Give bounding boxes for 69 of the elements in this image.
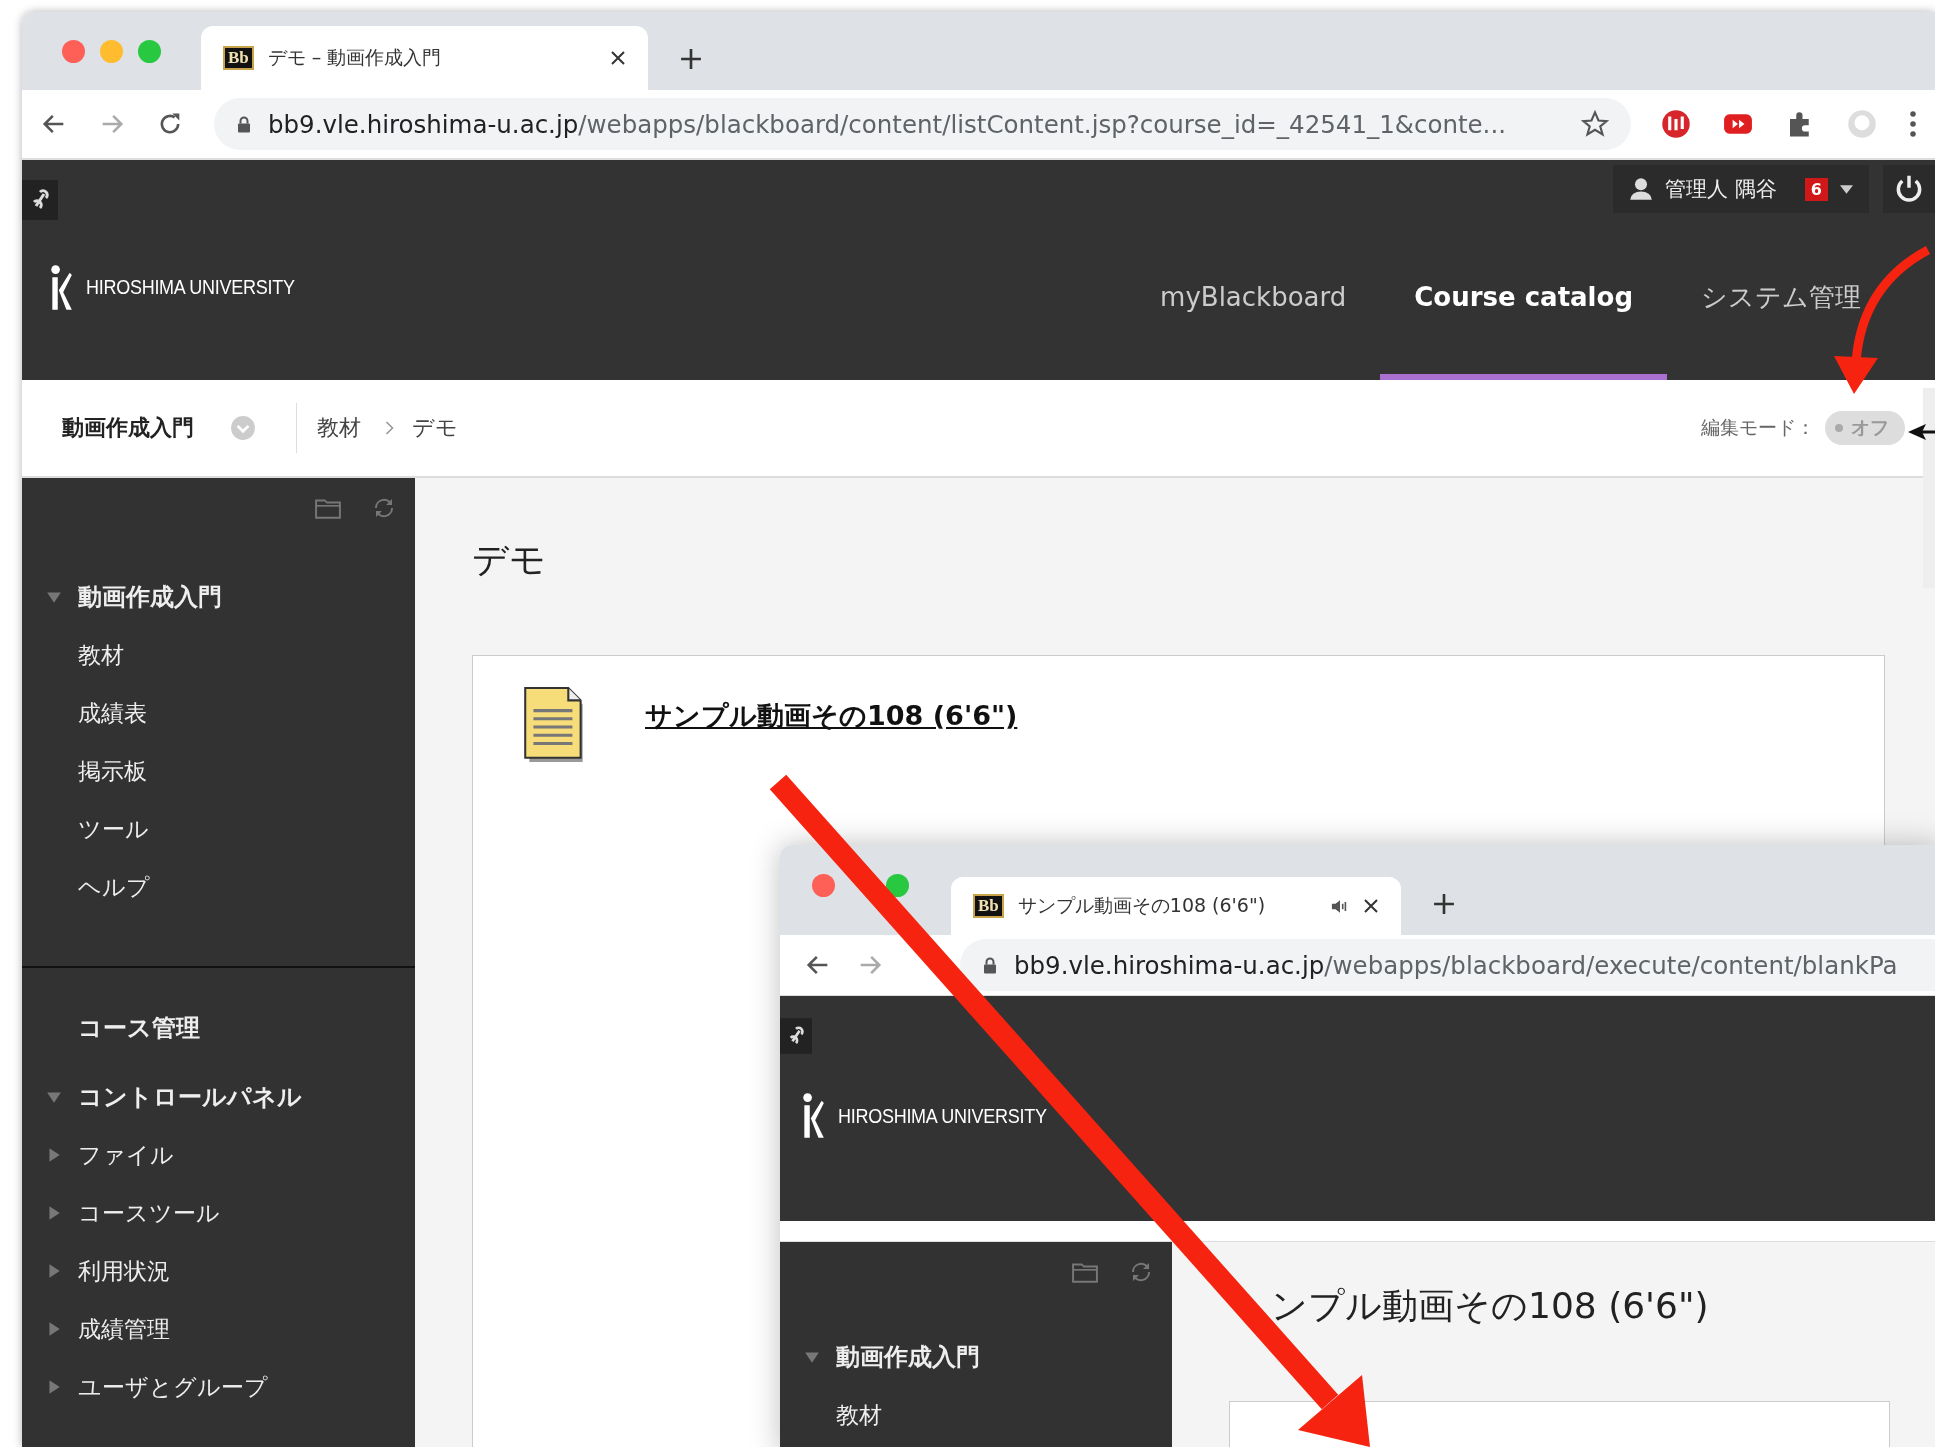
sidebar-link[interactable]: ヘルプ <box>78 871 150 903</box>
caret-icon[interactable] <box>46 1379 62 1395</box>
caret-icon[interactable] <box>804 1349 820 1365</box>
new-tab-icon[interactable] <box>680 48 702 70</box>
nav-tab[interactable]: Course catalog <box>1380 220 1667 380</box>
caret-icon[interactable] <box>46 589 62 605</box>
bookmark-star-icon[interactable] <box>1581 110 1609 138</box>
sidebar-link[interactable]: 成績管理 <box>78 1313 170 1345</box>
logo-figure-icon <box>800 1092 826 1140</box>
course-title[interactable]: 動画作成入門 <box>62 413 194 443</box>
close-window-button[interactable] <box>812 874 835 897</box>
caret-icon[interactable] <box>46 1089 62 1105</box>
caret-icon[interactable] <box>46 1205 62 1221</box>
favicon: Bb <box>223 46 254 70</box>
chevron-right-icon <box>385 421 394 435</box>
lock-icon <box>982 955 998 975</box>
caret-icon[interactable] <box>46 1147 62 1163</box>
caret-icon <box>1840 184 1853 194</box>
browser-tab[interactable]: Bb サンプル動画その108 (6'6") <box>951 877 1401 935</box>
address-bar[interactable]: bb9.vle.hiroshima-u.ac.jp/webapps/blackboard/execute/content/blankPa <box>960 939 1935 991</box>
sidebar-link[interactable]: コースツール <box>78 1197 220 1229</box>
university-logo-text: HIROSHIMA UNIVERSITY <box>86 276 295 299</box>
sidebar-link[interactable]: 教材 <box>836 1399 882 1431</box>
notification-count: 6 <box>1804 177 1828 201</box>
favicon: Bb <box>973 894 1004 918</box>
caret-icon[interactable] <box>46 1321 62 1337</box>
sidebar-link[interactable]: 掲示板 <box>78 755 147 787</box>
close-icon[interactable] <box>610 50 626 66</box>
chevron-down-icon[interactable] <box>230 415 256 441</box>
course-menu-title[interactable]: 動画作成入門 <box>78 581 222 613</box>
breadcrumb-link[interactable]: 教材 <box>317 413 361 443</box>
tab-title: サンプル動画その108 (6'6") <box>1017 893 1267 918</box>
content-link[interactable]: サンプル動画その108 (6'6") <box>645 698 1018 734</box>
page-title: デモ <box>472 538 547 582</box>
scrollbar[interactable] <box>1923 388 1935 588</box>
nav-tab[interactable]: システム管理 <box>1667 220 1895 380</box>
speaker-icon[interactable] <box>1331 898 1349 914</box>
sidebar-link[interactable]: 利用状況 <box>78 1255 170 1287</box>
breadcrumb-link[interactable]: デモ <box>412 413 458 443</box>
folder-icon[interactable] <box>315 496 341 520</box>
user-icon <box>1629 177 1654 201</box>
section-title: コース管理 <box>78 1013 200 1044</box>
extension-icon[interactable] <box>1661 109 1691 139</box>
sidebar-link[interactable]: ファイル <box>78 1139 174 1171</box>
address-bar[interactable]: bb9.vle.hiroshima-u.ac.jp/webapps/blackboard/content/listContent.jsp?course_id=_42541_1&conte... <box>214 98 1631 150</box>
logo-figure-icon <box>48 263 74 312</box>
edit-mode-label: 編集モード： <box>1701 415 1815 440</box>
menu-icon[interactable] <box>1909 109 1917 139</box>
browser-tab[interactable]: Bb デモ – 動画作成入門 <box>201 26 648 90</box>
university-logo-text: HIROSHIMA UNIVERSITY <box>838 1104 1047 1128</box>
sidebar-link[interactable]: 教材 <box>78 639 124 671</box>
sidebar-link[interactable]: ツール <box>78 813 149 845</box>
user-menu[interactable]: 管理人 隅谷 6 <box>1613 165 1869 213</box>
folder-icon[interactable] <box>1072 1260 1098 1284</box>
control-panel-title[interactable]: コントロールパネル <box>78 1081 302 1113</box>
tab-title: デモ – 動画作成入門 <box>267 45 443 70</box>
new-tab-icon[interactable] <box>1433 893 1455 915</box>
course-menu-title[interactable]: 動画作成入門 <box>836 1341 980 1373</box>
nav-tab[interactable]: myBlackboard <box>1126 220 1381 380</box>
maximize-window-button[interactable] <box>138 40 161 63</box>
page-title: ンプル動画その108 (6'6") <box>1271 1284 1710 1328</box>
lock-icon <box>236 114 252 134</box>
pointer-arrow <box>1908 424 1935 440</box>
sidebar-link[interactable]: ユーザとグループ <box>78 1371 268 1403</box>
close-icon[interactable] <box>1363 898 1379 914</box>
close-window-button[interactable] <box>62 40 85 63</box>
caret-icon[interactable] <box>46 1263 62 1279</box>
power-icon[interactable] <box>1883 165 1935 213</box>
sidebar-link[interactable]: 成績表 <box>78 697 147 729</box>
